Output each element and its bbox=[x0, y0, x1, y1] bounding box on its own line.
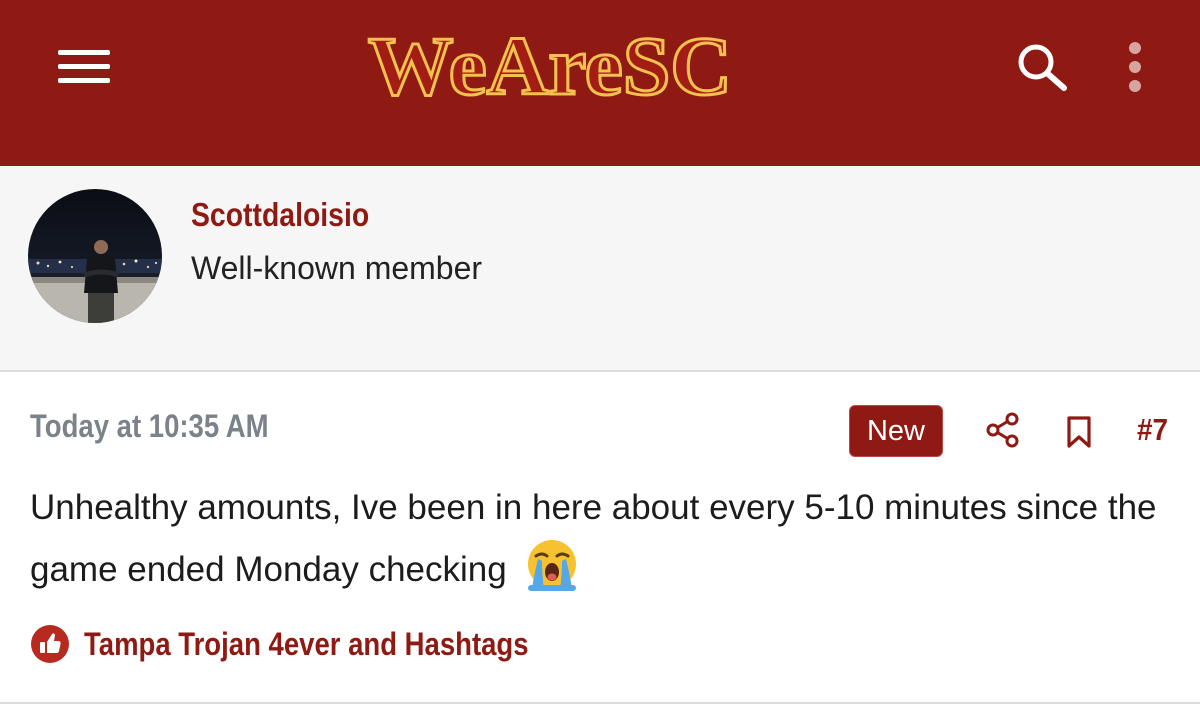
hamburger-menu-icon[interactable] bbox=[58, 50, 110, 84]
logo-text: WeAreSC bbox=[368, 20, 732, 113]
avatar-photo-icon bbox=[28, 189, 162, 323]
post-number-link[interactable]: #7 bbox=[1137, 412, 1168, 448]
new-badge: New bbox=[850, 406, 942, 456]
user-avatar[interactable] bbox=[28, 189, 162, 323]
message-author-panel: Scottdaloisio Well-known member bbox=[0, 166, 1200, 372]
vertical-ellipsis-icon[interactable] bbox=[1123, 42, 1147, 92]
loudly-crying-face-icon bbox=[528, 539, 577, 591]
post-body: Unhealthy amounts, Ive been in here abou… bbox=[30, 477, 1180, 601]
user-title: Well-known member bbox=[191, 250, 483, 286]
post-date-link[interactable]: Today at 10:35 AM bbox=[30, 408, 269, 445]
thumbs-up-icon bbox=[31, 625, 69, 663]
post-body-text: Unhealthy amounts, Ive been in here abou… bbox=[30, 488, 1157, 589]
search-icon[interactable] bbox=[1012, 40, 1072, 92]
site-logo[interactable]: WeAreSC bbox=[360, 14, 740, 115]
top-navigation-bar: WeAreSC bbox=[0, 0, 1200, 166]
message-post: Today at 10:35 AM New #7 Unhealthy amoun… bbox=[0, 372, 1200, 704]
share-icon[interactable] bbox=[985, 412, 1021, 448]
username-link[interactable]: Scottdaloisio bbox=[191, 196, 369, 234]
reactions-names: Tampa Trojan 4ever and Hashtags bbox=[84, 626, 529, 662]
bookmark-icon[interactable] bbox=[1066, 416, 1092, 448]
